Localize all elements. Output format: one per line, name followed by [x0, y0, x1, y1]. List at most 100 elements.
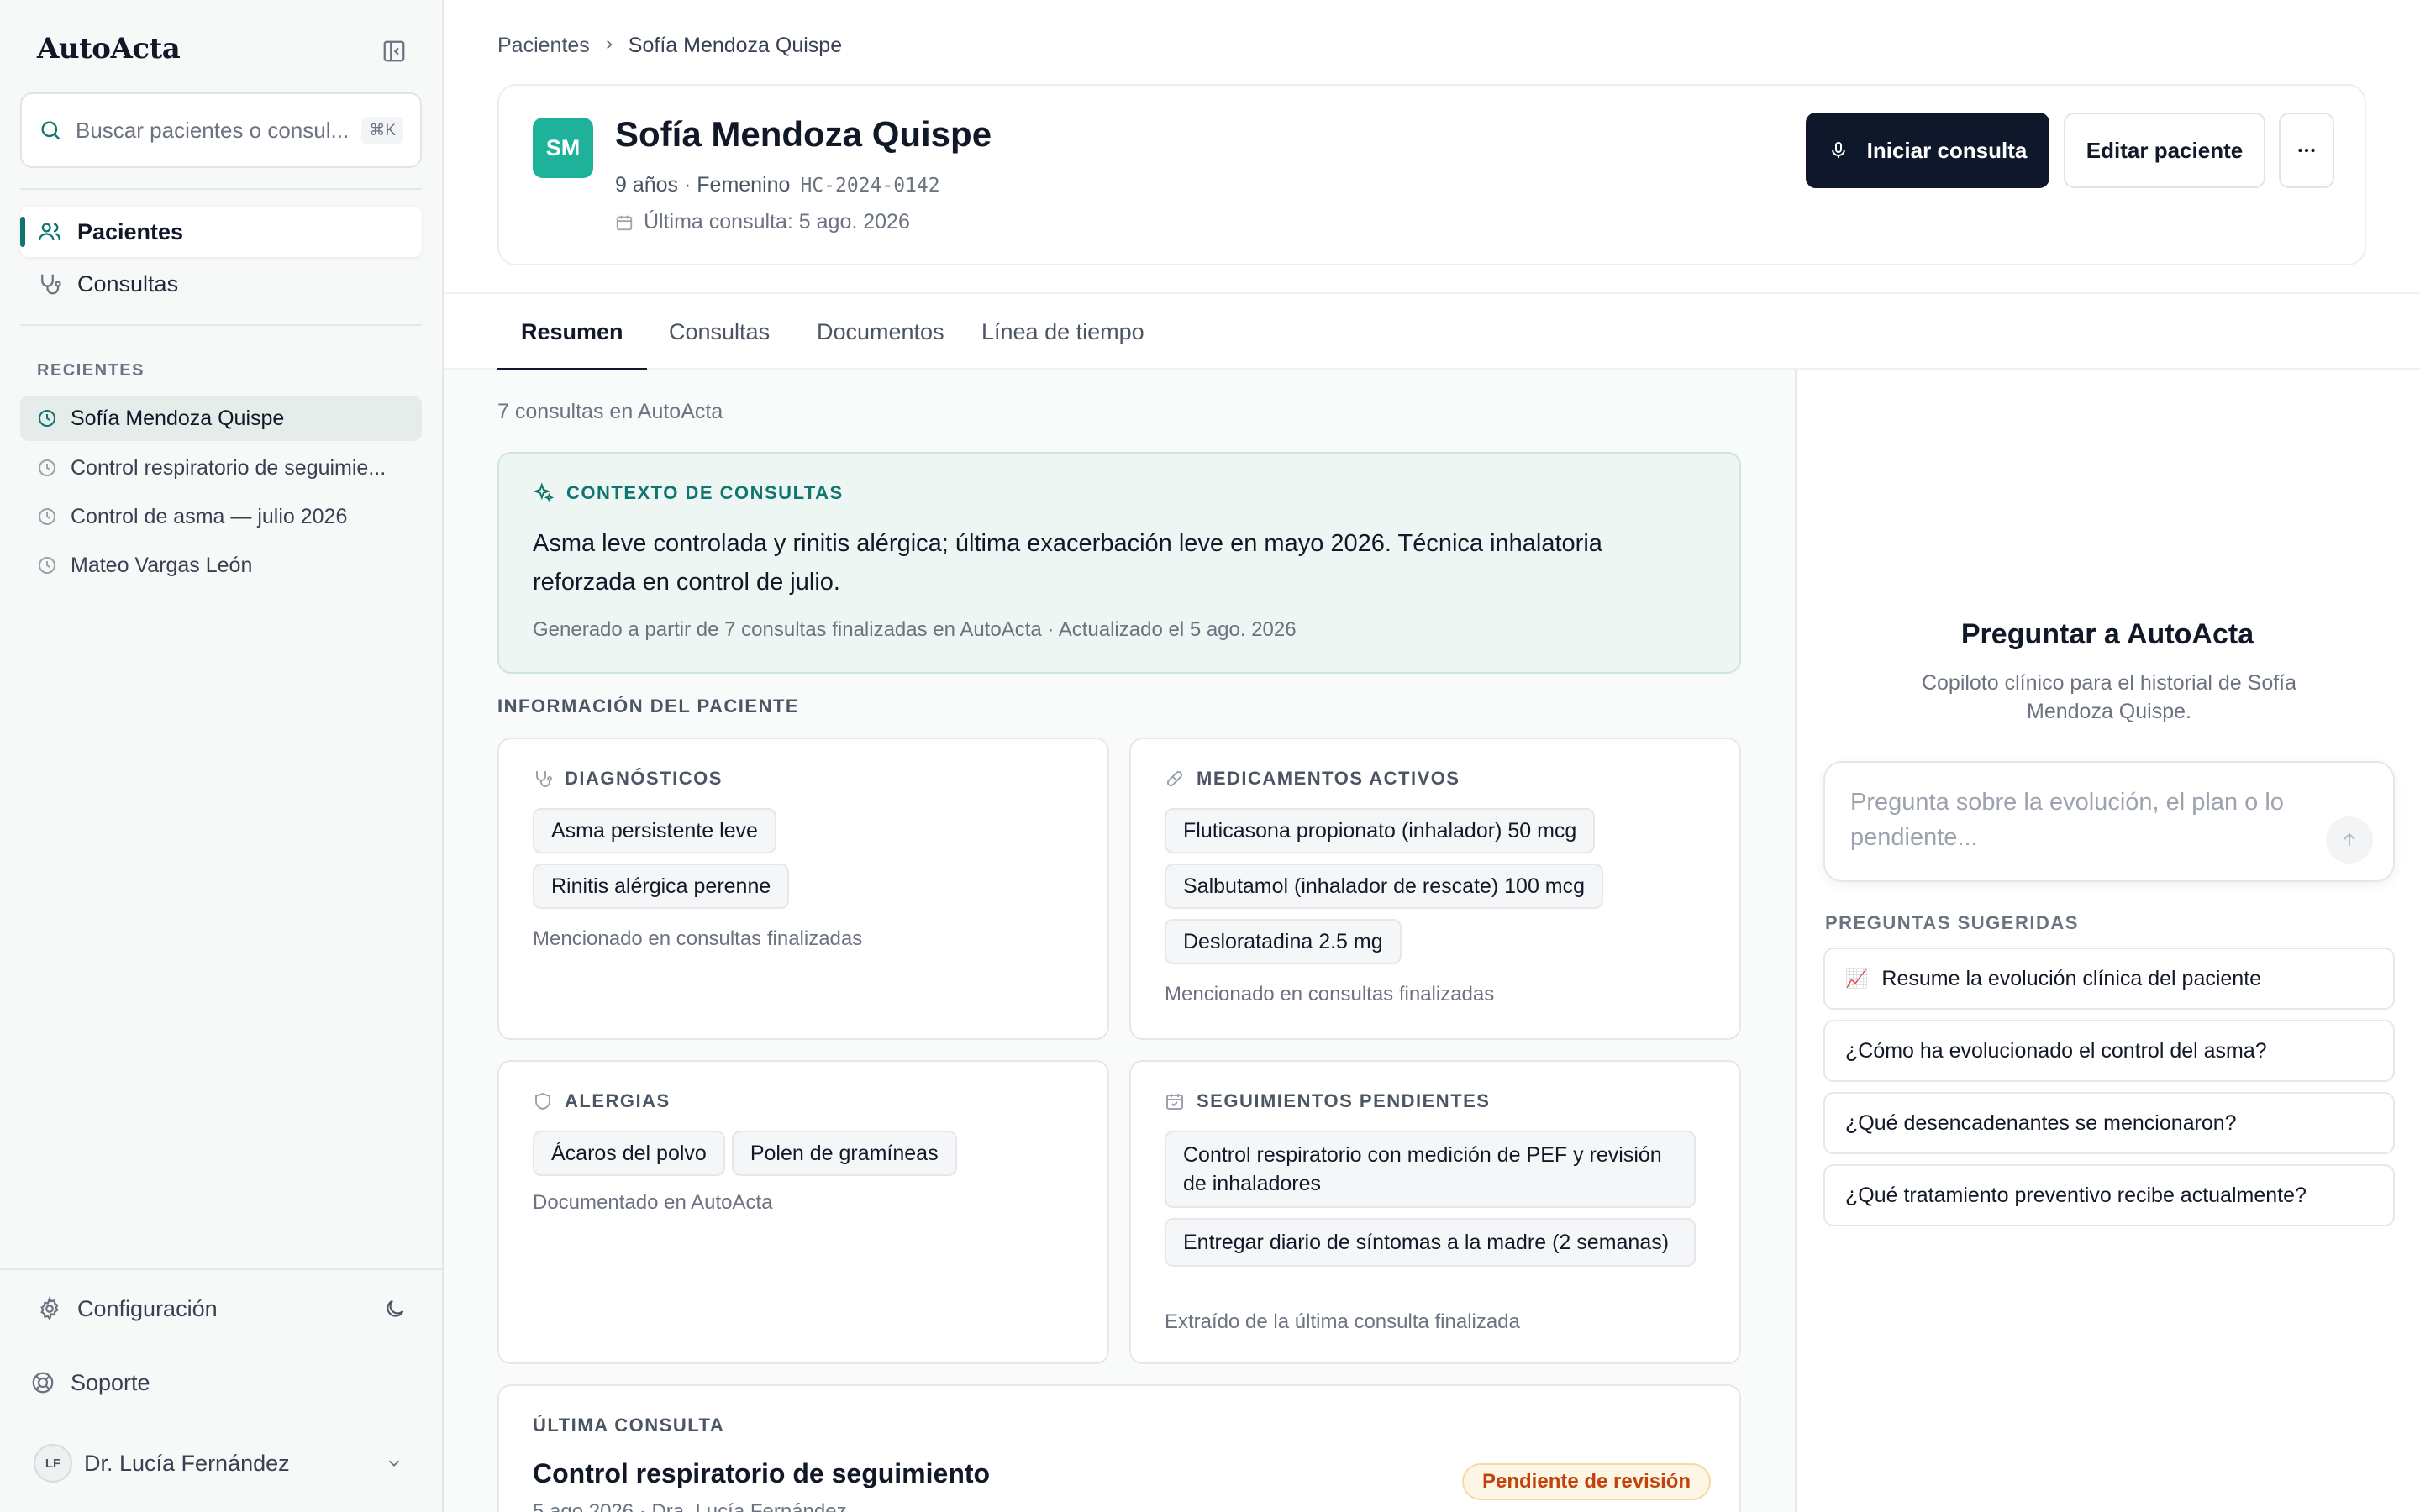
- assistant-question-input[interactable]: [1850, 785, 2321, 860]
- medications-footnote: Mencionado en consultas finalizadas: [1165, 983, 1495, 1005]
- tab-linea-de-tiempo[interactable]: Línea de tiempo: [958, 294, 1168, 370]
- search-input[interactable]: [76, 117, 361, 144]
- send-button[interactable]: [2326, 816, 2373, 864]
- allergies-card: ALERGIAS Ácaros del polvo Polen de gramín…: [497, 1060, 1109, 1364]
- context-card: CONTEXTO DE CONSULTAS Asma leve controla…: [497, 452, 1741, 674]
- user-menu[interactable]: LF Dr. Lucía Fernández: [34, 1440, 403, 1487]
- clock-icon: [39, 410, 55, 427]
- recent-item[interactable]: Sofía Mendoza Quispe: [20, 396, 422, 441]
- diagnoses-title: DIAGNÓSTICOS: [565, 768, 723, 789]
- diagnoses-footnote: Mencionado en consultas finalizadas: [533, 927, 863, 950]
- diagnoses-card: DIAGNÓSTICOS Asma persistente leve Rinit…: [497, 738, 1109, 1040]
- suggested-question-label: ¿Cómo ha evolucionado el control del asm…: [1845, 1038, 2267, 1063]
- stethoscope-icon: [536, 771, 552, 787]
- search-icon: [41, 121, 60, 140]
- search-shortcut: ⌘K: [361, 116, 403, 144]
- diagnosis-chip: Rinitis alérgica perenne: [533, 864, 790, 909]
- recent-item[interactable]: Control de asma — julio 2026: [20, 494, 422, 539]
- last-consult-label: ÚLTIMA CONSULTA: [533, 1415, 725, 1436]
- tabs-bar: Resumen Consultas Documentos Línea de ti…: [444, 292, 2420, 371]
- recent-label: Control respiratorio de seguimie...: [71, 455, 387, 480]
- gear-icon: [40, 1296, 59, 1321]
- sidebar: AutoActa ⌘K Pacientes Consultas RECIENTE…: [0, 0, 444, 1512]
- recents-label: RECIENTES: [37, 361, 145, 380]
- avatar: LF: [34, 1444, 72, 1483]
- lifebuoy-icon: [32, 1372, 54, 1394]
- diagnosis-chip: Asma persistente leve: [533, 808, 776, 853]
- followups-card: SEGUIMIENTOS PENDIENTES Control respirat…: [1129, 1060, 1741, 1364]
- divider: [0, 1268, 442, 1270]
- breadcrumb-current: Sofía Mendoza Quispe: [628, 34, 843, 57]
- shield-icon: [535, 1092, 550, 1110]
- start-consult-label: Iniciar consulta: [1866, 137, 2028, 163]
- tab-documentos[interactable]: Documentos: [793, 294, 968, 370]
- settings-item[interactable]: Configuración: [37, 1285, 407, 1332]
- user-name: Dr. Lucía Fernández: [84, 1450, 290, 1476]
- patient-demographics: 9 años · Femenino: [615, 173, 791, 197]
- last-consult-title: Control respiratorio de seguimiento: [533, 1458, 991, 1488]
- start-consult-button[interactable]: Iniciar consulta: [1806, 113, 2049, 188]
- recent-item[interactable]: Mateo Vargas León: [20, 543, 422, 588]
- divider: [20, 324, 422, 326]
- search-box[interactable]: ⌘K: [20, 92, 422, 168]
- patient-last-consult: Última consulta: 5 ago. 2026: [615, 210, 910, 234]
- followup-chip: Entregar diario de síntomas a la madre (…: [1165, 1218, 1696, 1267]
- assistant-subtitle: Copiloto clínico para el historial de So…: [1921, 671, 2297, 723]
- suggested-question[interactable]: ¿Qué tratamiento preventivo recibe actua…: [1823, 1164, 2395, 1226]
- calendar-icon: [616, 215, 633, 230]
- medications-header: MEDICAMENTOS ACTIVOS: [1165, 768, 1460, 790]
- more-horizontal-icon: [2298, 148, 2315, 153]
- suggested-question-label: Resume la evolución clínica del paciente: [1881, 966, 2262, 990]
- patient-info-label: INFORMACIÓN DEL PACIENTE: [497, 696, 800, 717]
- arrow-up-icon: [2344, 832, 2355, 846]
- sparkles-icon: [533, 482, 555, 503]
- patient-name: Sofía Mendoza Quispe: [615, 114, 992, 154]
- nav-pacientes[interactable]: Pacientes: [20, 207, 422, 257]
- patient-avatar: SM: [533, 118, 593, 178]
- nav-label: Pacientes: [77, 218, 184, 244]
- clock-icon: [39, 508, 55, 525]
- recent-label: Mateo Vargas León: [71, 553, 253, 577]
- tab-resumen[interactable]: Resumen: [497, 294, 647, 371]
- context-summary: Asma leve controlada y rinitis alérgica;…: [533, 530, 1602, 596]
- assistant-input-box: [1823, 761, 2395, 882]
- breadcrumb-parent[interactable]: Pacientes: [497, 34, 590, 58]
- support-item[interactable]: Soporte: [30, 1359, 400, 1406]
- context-header: CONTEXTO DE CONSULTAS: [533, 482, 844, 504]
- more-options-button[interactable]: [2279, 113, 2334, 188]
- followup-chip: Control respiratorio con medición de PEF…: [1165, 1131, 1696, 1208]
- suggested-question[interactable]: ¿Cómo ha evolucionado el control del asm…: [1823, 1020, 2395, 1082]
- followups-title: SEGUIMIENTOS PENDIENTES: [1197, 1090, 1491, 1111]
- recent-item[interactable]: Control respiratorio de seguimie...: [20, 445, 422, 491]
- stethoscope-icon: [41, 274, 61, 295]
- moon-icon[interactable]: [383, 1297, 407, 1320]
- chevron-down-icon: [388, 1460, 400, 1467]
- diagnoses-header: DIAGNÓSTICOS: [533, 768, 723, 790]
- diagnoses-list: Asma persistente leve Rinitis alérgica p…: [533, 808, 1087, 919]
- suggested-question[interactable]: 📈 Resume la evolución clínica del pacien…: [1823, 948, 2395, 1010]
- recent-label: Control de asma — julio 2026: [71, 504, 348, 528]
- chevron-right-icon: [602, 34, 617, 58]
- brand-logo: AutoActa: [37, 32, 181, 66]
- followups-list: Control respiratorio con medición de PEF…: [1165, 1131, 1719, 1277]
- assistant-title: Preguntar a AutoActa: [1960, 618, 2254, 650]
- context-footnote: Generado a partir de 7 consultas finaliz…: [533, 618, 1297, 641]
- allergy-chip: Ácaros del polvo: [533, 1131, 725, 1176]
- last-consult-card[interactable]: ÚLTIMA CONSULTA Control respiratorio de …: [497, 1384, 1741, 1512]
- edit-patient-button[interactable]: Editar paciente: [2064, 113, 2265, 188]
- collapse-sidebar-icon[interactable]: [381, 39, 407, 64]
- nav-consultas[interactable]: Consultas: [20, 259, 422, 309]
- medications-title: MEDICAMENTOS ACTIVOS: [1197, 768, 1460, 789]
- tab-consultas[interactable]: Consultas: [645, 294, 793, 370]
- medication-chip: Desloratadina 2.5 mg: [1165, 919, 1402, 964]
- settings-label: Configuración: [77, 1295, 218, 1321]
- suggested-question-label: ¿Qué desencadenantes se mencionaron?: [1845, 1110, 2237, 1135]
- patient-record-code: HC-2024-0142: [800, 174, 940, 197]
- followups-footnote: Extraído de la última consulta finalizad…: [1165, 1310, 1520, 1333]
- support-label: Soporte: [71, 1369, 150, 1395]
- clock-icon: [39, 557, 55, 574]
- medication-chip: Salbutamol (inhalador de rescate) 100 mc…: [1165, 864, 1604, 909]
- pill-icon: [1166, 770, 1183, 787]
- suggested-question[interactable]: ¿Qué desencadenantes se mencionaron?: [1823, 1092, 2395, 1154]
- recent-label: Sofía Mendoza Quispe: [71, 406, 285, 430]
